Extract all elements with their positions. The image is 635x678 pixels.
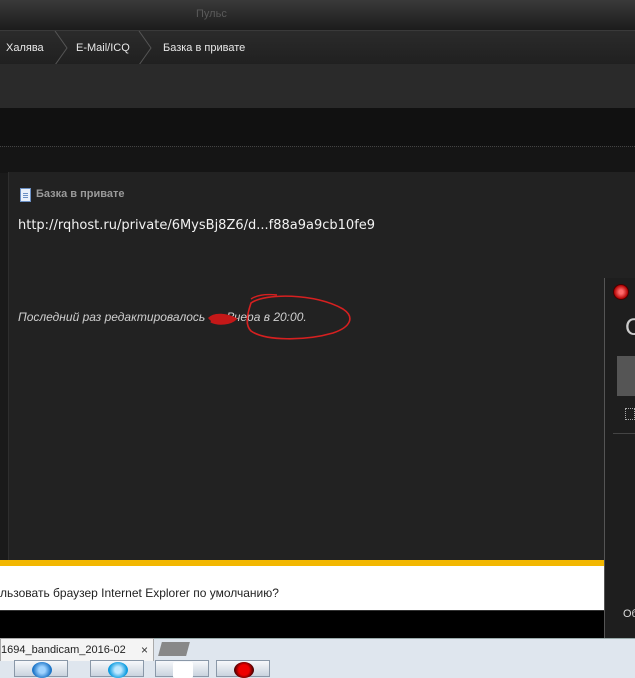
post-title: Базка в привате bbox=[18, 188, 125, 200]
window-title: Пульс bbox=[196, 8, 227, 20]
post-title-text: Базка в привате bbox=[36, 188, 125, 200]
taskbar-internet-explorer[interactable] bbox=[14, 660, 68, 678]
side-window: С Об bbox=[604, 278, 635, 638]
new-tab-button[interactable] bbox=[158, 642, 190, 656]
chevron-right-icon bbox=[138, 31, 152, 65]
window-titlebar: Пульс bbox=[0, 0, 635, 30]
header-strip bbox=[0, 108, 635, 146]
chevron-right-icon bbox=[54, 31, 68, 65]
divider bbox=[0, 146, 635, 173]
browser-tab[interactable]: 1694_bandicam_2016-02 × bbox=[0, 638, 154, 661]
yandex-icon bbox=[173, 662, 193, 678]
side-window-heading: С bbox=[625, 314, 635, 341]
close-tab-icon[interactable]: × bbox=[141, 639, 148, 661]
divider bbox=[613, 433, 635, 434]
taskbar-yandex[interactable] bbox=[155, 660, 209, 678]
internet-explorer-icon bbox=[32, 662, 52, 678]
toolbar-strip bbox=[0, 64, 635, 108]
taskbar-bandicam[interactable] bbox=[216, 660, 270, 678]
breadcrumb: Халява E-Mail/ICQ Базка в привате bbox=[0, 30, 635, 66]
ie-default-browser-notification: льзовать браузер Internet Explorer по ум… bbox=[0, 560, 607, 610]
breadcrumb-item-current[interactable]: Базка в привате bbox=[163, 31, 245, 65]
document-icon bbox=[20, 188, 31, 202]
side-window-button[interactable] bbox=[617, 356, 635, 396]
browser-tab-label: 1694_bandicam_2016-02 bbox=[1, 644, 126, 656]
taskbar-skype[interactable] bbox=[90, 660, 144, 678]
edit-notice-prefix: Последний раз редактировалось bbox=[18, 310, 206, 324]
close-icon[interactable] bbox=[613, 284, 629, 300]
breadcrumb-item-email-icq[interactable]: E-Mail/ICQ bbox=[76, 31, 130, 65]
breadcrumb-item-freebies[interactable]: Халява bbox=[6, 31, 44, 65]
side-window-label: Об bbox=[623, 608, 635, 620]
red-annotation-scribble bbox=[207, 293, 351, 340]
selection-icon[interactable] bbox=[625, 408, 635, 420]
skype-icon bbox=[108, 662, 128, 678]
post-link[interactable]: http://rqhost.ru/private/6MysBj8Z6/d...f… bbox=[18, 218, 375, 233]
tabs-background bbox=[0, 610, 607, 639]
record-icon bbox=[234, 662, 254, 678]
notification-text: льзовать браузер Internet Explorer по ум… bbox=[0, 586, 279, 600]
